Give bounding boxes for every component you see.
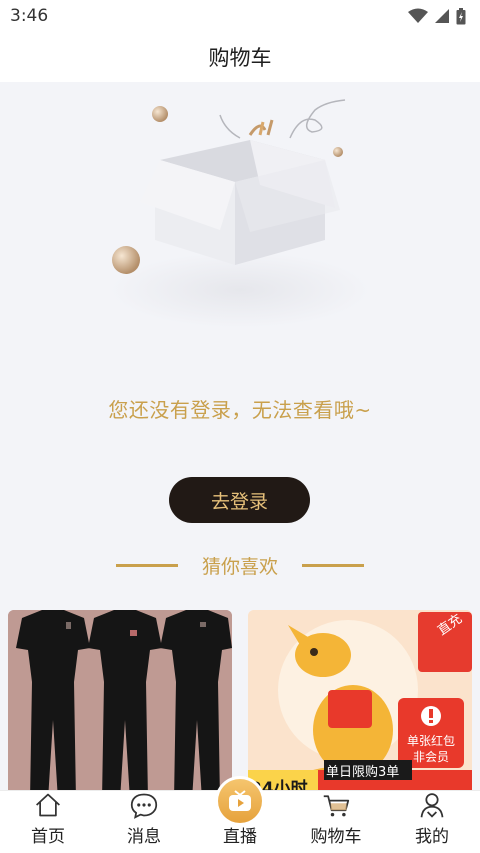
status-icons bbox=[408, 7, 466, 25]
divider-right bbox=[302, 563, 364, 567]
home-icon bbox=[36, 793, 60, 817]
product-card[interactable] bbox=[8, 610, 232, 800]
live-button-inner bbox=[218, 779, 262, 823]
status-time: 3:46 bbox=[10, 6, 49, 26]
nav-label-cart: 购物车 bbox=[310, 827, 362, 847]
nav-item-home[interactable]: 首页 bbox=[0, 791, 96, 853]
product-card[interactable]: 直充 单张红包 非会员 24小时 单日限购3单 bbox=[248, 610, 472, 800]
product-image-clothing bbox=[8, 610, 232, 800]
page-header: 购物车 bbox=[0, 32, 480, 82]
status-bar: 3:46 bbox=[0, 0, 480, 32]
nav-item-profile[interactable]: 我的 bbox=[384, 791, 480, 853]
promo-line-2: 非会员 bbox=[412, 750, 449, 764]
nav-item-cart[interactable]: 购物车 bbox=[288, 791, 384, 853]
profile-icon bbox=[420, 793, 444, 818]
signal-icon bbox=[435, 9, 449, 23]
guess-you-like-title: 猜你喜欢 bbox=[201, 555, 278, 578]
nav-label-home: 首页 bbox=[31, 827, 65, 847]
nav-label-messages: 消息 bbox=[127, 827, 161, 847]
live-tv-icon bbox=[229, 790, 251, 811]
wifi-icon bbox=[408, 8, 428, 23]
page-title: 购物车 bbox=[208, 46, 272, 70]
nav-label-profile: 我的 bbox=[415, 827, 449, 847]
nav-item-messages[interactable]: 消息 bbox=[96, 791, 192, 853]
battery-icon bbox=[456, 7, 466, 24]
promo-bottom-right: 单日限购3单 bbox=[326, 765, 400, 780]
message-icon bbox=[130, 793, 158, 819]
live-button[interactable] bbox=[215, 776, 265, 826]
guess-you-like-header: 猜你喜欢 bbox=[0, 550, 480, 580]
divider-left bbox=[115, 563, 178, 567]
empty-box-illustration bbox=[110, 99, 370, 328]
promo-line-1: 单张红包 bbox=[406, 734, 455, 748]
cart-icon bbox=[323, 795, 350, 817]
login-button[interactable]: 去登录 bbox=[169, 477, 310, 523]
login-required-message: 您还没有登录，无法查看哦~ bbox=[108, 398, 372, 422]
